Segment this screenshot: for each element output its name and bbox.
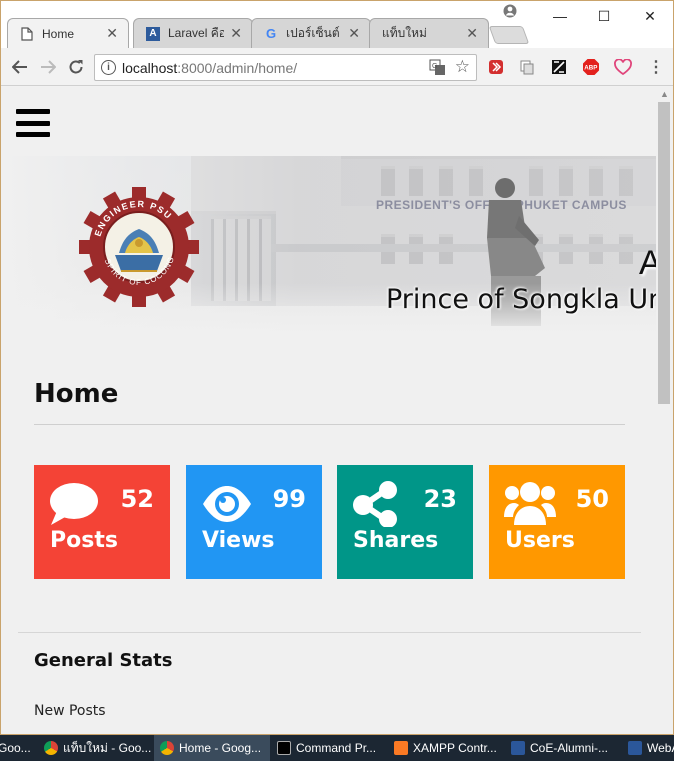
stat-value: 99	[272, 485, 306, 513]
svg-text:ABP: ABP	[584, 65, 597, 72]
close-tab-icon[interactable]: ✕	[348, 25, 360, 42]
page-scrollbar[interactable]: ▲	[656, 87, 673, 734]
stat-value: 23	[423, 485, 457, 513]
scrollbar-thumb[interactable]	[658, 102, 670, 404]
menu-kebab-icon[interactable]: ⋮	[646, 57, 666, 77]
translate-icon[interactable]: G	[429, 59, 446, 79]
banner-heading-partial: A	[639, 244, 657, 283]
url-path: :8000/admin/home/	[177, 59, 298, 76]
new-tab-button[interactable]	[488, 26, 530, 44]
word-icon	[628, 741, 642, 755]
tab-title: Home	[42, 26, 75, 41]
word-icon	[511, 741, 525, 755]
page-icon	[20, 26, 34, 41]
taskbar-item-word-coe[interactable]: CoE-Alumni-...	[505, 735, 621, 761]
screenshot-extension-icon[interactable]	[549, 57, 569, 77]
page-title: Home	[34, 379, 119, 409]
tab-laravel[interactable]: A Laravel คือ ✕	[133, 18, 253, 48]
taskbar-item-chrome-newtab[interactable]: แท็บใหม่ - Goo...	[38, 735, 153, 761]
psu-engineering-emblem: ENGINEER PSU SPIRIT OF COCONG	[77, 185, 201, 309]
stat-value: 52	[120, 485, 154, 513]
reload-icon[interactable]	[65, 56, 87, 78]
users-icon	[504, 481, 556, 527]
pages-extension-icon[interactable]	[517, 57, 537, 77]
tab-home[interactable]: Home ✕	[7, 18, 129, 48]
section-title-general-stats: General Stats	[34, 650, 173, 671]
star-icon[interactable]: ☆	[455, 57, 470, 77]
page-viewport: PRESIDENT'S OFFICE PHUKET CAMPUS ENGINEE…	[1, 87, 673, 734]
adblock-icon[interactable]: ABP	[581, 57, 601, 77]
divider	[34, 424, 625, 425]
taskbar-item[interactable]: Goo...	[0, 735, 30, 761]
stat-label: Shares	[353, 528, 439, 553]
taskbar-item-word-web[interactable]: WebA	[622, 735, 674, 761]
tab-new[interactable]: แท็บใหม่ ✕	[369, 18, 489, 48]
stat-label: Posts	[50, 528, 118, 553]
stat-card-shares[interactable]: 23 Shares	[337, 465, 473, 579]
stats-item-new-posts: New Posts	[34, 703, 106, 719]
info-icon[interactable]: i	[101, 60, 116, 75]
heart-extension-icon[interactable]	[613, 57, 633, 77]
stat-label: Views	[202, 528, 275, 553]
browser-toolbar: i localhost:8000/admin/home/ G ☆ ABP ⋮	[1, 48, 673, 86]
title-bar: Home ✕ A Laravel คือ ✕ G เปอร์เซ็นต์ ว ✕…	[1, 1, 673, 48]
eye-icon	[201, 481, 253, 527]
google-icon: G	[265, 26, 277, 41]
stat-label: Users	[505, 528, 575, 553]
taskbar-item-xampp[interactable]: XAMPP Contr...	[388, 735, 504, 761]
close-window-button[interactable]: ✕	[628, 1, 672, 31]
url-host: localhost	[122, 59, 178, 76]
university-name: Prince of Songkla Un	[386, 284, 657, 315]
taskbar-item-chrome-home[interactable]: Home - Goog...	[154, 735, 270, 761]
tab-title: เปอร์เซ็นต์ ว	[286, 26, 342, 40]
profile-icon[interactable]	[503, 4, 519, 20]
share-icon	[352, 481, 404, 528]
youtube-extension-icon[interactable]	[486, 57, 506, 77]
svg-text:G: G	[432, 63, 437, 70]
minimize-button[interactable]: —	[538, 1, 582, 31]
stat-value: 50	[575, 485, 609, 513]
back-arrow-icon[interactable]	[9, 56, 31, 78]
close-tab-icon[interactable]: ✕	[230, 25, 242, 42]
tab-title: Laravel คือ	[168, 26, 225, 40]
laravel-icon: A	[146, 26, 160, 41]
stat-card-users[interactable]: 50 Users	[489, 465, 625, 579]
forward-arrow-icon[interactable]	[37, 56, 59, 78]
close-tab-icon[interactable]: ✕	[466, 25, 478, 42]
browser-window: Home ✕ A Laravel คือ ✕ G เปอร์เซ็นต์ ว ✕…	[0, 0, 674, 735]
chrome-icon	[44, 741, 58, 755]
tab-title: แท็บใหม่	[382, 26, 427, 40]
xampp-icon	[394, 741, 408, 755]
hamburger-menu-icon[interactable]	[16, 109, 50, 137]
header-banner: PRESIDENT'S OFFICE PHUKET CAMPUS ENGINEE…	[1, 156, 657, 333]
taskbar: Goo... แท็บใหม่ - Goo... Home - Goog... …	[0, 735, 674, 761]
stat-card-posts[interactable]: 52 Posts	[34, 465, 170, 579]
scroll-up-arrow-icon[interactable]: ▲	[660, 89, 669, 99]
tab-google[interactable]: G เปอร์เซ็นต์ ว ✕	[251, 18, 371, 48]
taskbar-item-cmd[interactable]: Command Pr...	[271, 735, 387, 761]
comment-icon	[49, 481, 101, 527]
close-tab-icon[interactable]: ✕	[106, 25, 118, 42]
maximize-button[interactable]: ☐	[582, 1, 626, 31]
chrome-icon	[160, 741, 174, 755]
address-bar[interactable]: i localhost:8000/admin/home/ G ☆	[94, 54, 477, 81]
stat-card-views[interactable]: 99 Views	[186, 465, 322, 579]
divider	[18, 632, 641, 633]
terminal-icon	[277, 741, 291, 755]
